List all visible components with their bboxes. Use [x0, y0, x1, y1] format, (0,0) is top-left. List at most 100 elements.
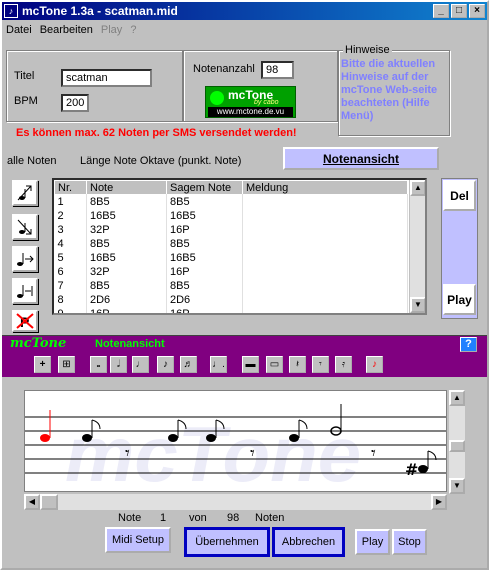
half-note-icon[interactable]: 𝅗𝅥 — [110, 356, 127, 373]
notenansicht-button[interactable]: Notenansicht — [283, 147, 439, 170]
col-note[interactable]: Note — [86, 180, 167, 195]
bpm-field[interactable]: 200 — [61, 94, 89, 112]
note-insert-icon — [17, 285, 33, 298]
staff-vscroll[interactable]: ▲ ▼ — [449, 390, 465, 494]
table-cell — [242, 236, 408, 251]
midi-setup-button[interactable]: Midi Setup — [105, 527, 171, 553]
table-cell — [242, 264, 408, 279]
stop-button[interactable]: Stop — [392, 529, 427, 555]
staff-scroll-up-icon[interactable]: ▲ — [449, 390, 465, 406]
staff-hscroll[interactable]: ◀ ▶ — [24, 494, 447, 510]
close-button[interactable]: × — [469, 4, 485, 18]
hinweise-title: Hinweise — [343, 44, 392, 56]
notenansicht-header: mcTone Notenansicht ? — [2, 335, 487, 353]
table-cell: 9 — [54, 306, 87, 313]
table-cell: 16B5 — [166, 250, 243, 265]
note-total: 98 — [227, 512, 240, 524]
sixteenth-note-icon[interactable]: ♬ — [180, 356, 197, 373]
minimize-button[interactable]: _ — [433, 4, 449, 18]
note-up-button[interactable] — [12, 180, 38, 206]
table-cell — [242, 306, 408, 313]
pause-delete-button[interactable]: P — [12, 310, 38, 332]
note-index: 1 — [160, 512, 167, 524]
table-cell: 32P — [86, 222, 167, 237]
table-cell: 4 — [54, 236, 87, 251]
table-scrollbar[interactable]: ▲ ▼ — [409, 180, 425, 313]
table-cell: 32P — [86, 264, 167, 279]
staff-scroll-right-icon[interactable]: ▶ — [431, 494, 447, 510]
titel-field[interactable]: scatman — [61, 69, 152, 87]
table-cell: 16P — [166, 264, 243, 279]
del-button[interactable]: Del — [443, 180, 476, 211]
eighth-note-icon[interactable]: ♪ — [157, 356, 174, 373]
note-1[interactable] — [40, 410, 51, 442]
note-down-button[interactable] — [12, 214, 38, 240]
rest-2[interactable]: 𝄾 — [250, 443, 255, 464]
notenanzahl-label: Notenanzahl — [193, 63, 255, 75]
quarter-rest-icon[interactable]: 𝄽 — [289, 356, 306, 373]
app-icon: ♪ — [4, 4, 18, 18]
notenansicht-body: mcTone 𝄾 𝄾 𝄾 # ▲ ▼ ◀ ▶ Note 1 von 98 Not… — [2, 377, 487, 568]
note-right-button[interactable] — [12, 246, 38, 272]
staff-vscroll-thumb[interactable] — [449, 440, 465, 452]
whole-rest-icon[interactable]: ▬ — [242, 356, 259, 373]
insert-note-icon[interactable]: ⊞ — [58, 356, 75, 373]
panel-help-button[interactable]: ? — [460, 337, 477, 352]
note-7[interactable]: # — [405, 450, 437, 479]
table-row[interactable]: 7 8B5 8B5 — [54, 278, 408, 293]
sixteenth-rest-icon[interactable]: 𝄿 — [335, 356, 352, 373]
notenanzahl-field[interactable]: 98 — [261, 61, 294, 79]
maximize-button[interactable]: □ — [451, 4, 467, 18]
delete-note-icon[interactable]: ♪ — [366, 356, 383, 373]
staff-view[interactable]: mcTone 𝄾 𝄾 𝄾 # — [24, 390, 447, 498]
note-down-icon — [17, 219, 32, 235]
staff-scroll-left-icon[interactable]: ◀ — [24, 494, 40, 510]
staff-hscroll-thumb[interactable] — [40, 494, 58, 510]
staff-scroll-down-icon[interactable]: ▼ — [449, 478, 465, 494]
noten-label: Noten — [255, 512, 285, 524]
half-rest-icon[interactable]: ▭ — [266, 356, 283, 373]
logo-url: www.mctone.de.vu — [208, 107, 293, 117]
scroll-up-arrow-icon[interactable]: ▲ — [410, 180, 425, 196]
table-row[interactable]: 2 16B5 16B5 — [54, 208, 408, 223]
table-cell — [242, 194, 408, 209]
table-cell: 2D6 — [86, 292, 167, 307]
uebernehmen-button[interactable]: Übernehmen — [184, 527, 270, 557]
menu-bearbeiten[interactable]: Bearbeiten — [36, 24, 97, 36]
table-cell — [242, 250, 408, 265]
menu-help[interactable]: ? — [126, 24, 140, 36]
table-row[interactable]: 6 32P 16P — [54, 264, 408, 279]
table-cell: 5 — [54, 250, 87, 265]
quarter-note-icon[interactable]: ♩ — [132, 356, 149, 373]
table-row[interactable]: 1 8B5 8B5 — [54, 194, 408, 209]
table-row[interactable]: 9 16P 16P — [54, 306, 408, 313]
table-row[interactable]: 5 16B5 16B5 — [54, 250, 408, 265]
col-meldung[interactable]: Meldung — [242, 180, 408, 195]
logo-mark-icon — [210, 91, 224, 105]
rest-1[interactable]: 𝄾 — [125, 443, 130, 464]
panel-logo: mcTone — [10, 336, 67, 351]
dotted-note-icon[interactable]: ♩. — [210, 356, 227, 373]
play-button[interactable]: Play — [355, 529, 390, 555]
play-side-button[interactable]: Play — [443, 284, 476, 315]
abbrechen-button[interactable]: Abbrechen — [272, 527, 345, 557]
notes-table: Nr. Note Sagem Note Meldung 1 8B5 8B5 2 16B5… — [54, 180, 408, 313]
table-row[interactable]: 3 32P 16P — [54, 222, 408, 237]
scroll-down-arrow-icon[interactable]: ▼ — [410, 297, 425, 313]
col-nr[interactable]: Nr. — [54, 180, 87, 195]
note-insert-button[interactable] — [12, 278, 38, 304]
table-cell: 8 — [54, 292, 87, 307]
table-cell: 6 — [54, 264, 87, 279]
logo-sub: by cabo — [254, 99, 279, 106]
menu-play[interactable]: Play — [97, 24, 126, 36]
add-note-icon[interactable]: + — [34, 356, 51, 373]
col-sagem-note[interactable]: Sagem Note — [166, 180, 243, 195]
whole-note-icon[interactable]: 𝅝 — [90, 356, 107, 373]
columns-hint: Länge Note Oktave (punkt. Note) — [80, 155, 242, 167]
menu-datei[interactable]: Datei — [2, 24, 36, 36]
mctone-logo[interactable]: mcTone by cabo www.mctone.de.vu — [205, 86, 296, 118]
table-row[interactable]: 4 8B5 8B5 — [54, 236, 408, 251]
rest-3[interactable]: 𝄾 — [371, 443, 376, 464]
eighth-rest-icon[interactable]: 𝄾 — [312, 356, 329, 373]
table-row[interactable]: 8 2D6 2D6 — [54, 292, 408, 307]
